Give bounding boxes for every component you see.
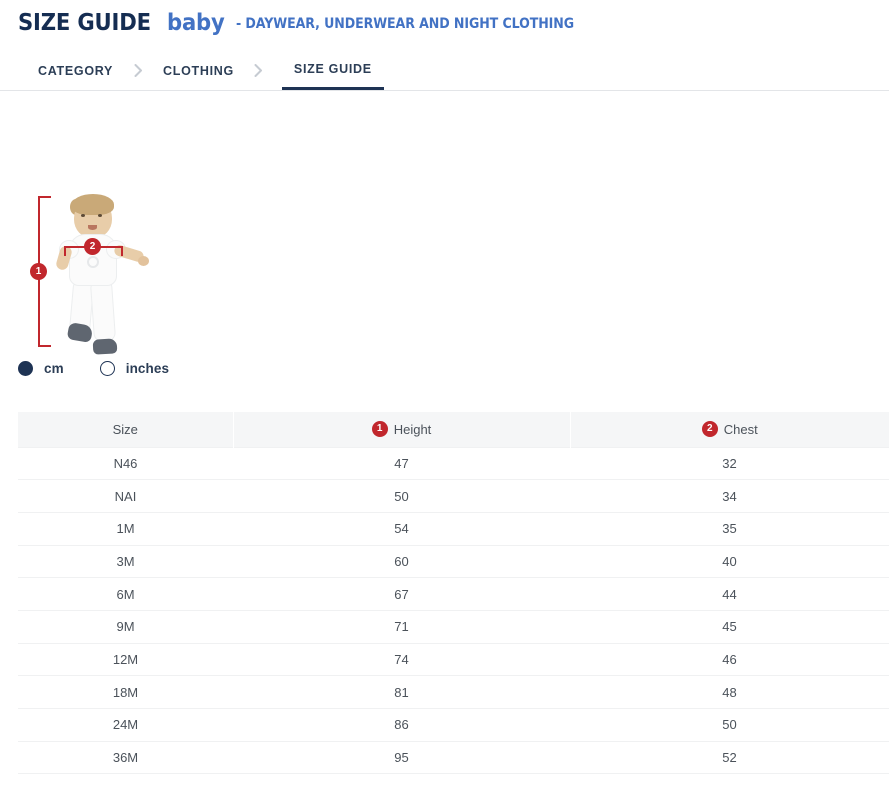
radio-cm[interactable] — [18, 361, 33, 376]
cell-size: NAI — [18, 480, 233, 513]
column-header-height: 1 Height — [233, 412, 570, 447]
chevron-right-icon — [236, 51, 282, 90]
column-header-chest: 2 Chest — [570, 412, 889, 447]
cell-height: 50 — [233, 480, 570, 513]
table-row: 36M 95 52 — [18, 741, 889, 774]
table-header-row: Size 1 Height 2 Chest — [18, 412, 889, 447]
breadcrumb: CATEGORY CLOTHING SIZE GUIDE — [0, 51, 889, 91]
table-row: 12M 74 46 — [18, 643, 889, 676]
table-body: N46 47 32 NAI 50 34 1M 54 35 3M 60 40 6M… — [18, 447, 889, 774]
chest-measure-tick-right — [121, 246, 123, 256]
height-measure-tick-top — [38, 196, 51, 198]
chest-measure-tick-left — [64, 246, 66, 256]
marker-badge-chest-icon: 2 — [702, 421, 718, 437]
cell-height: 47 — [233, 447, 570, 480]
column-header-label: Height — [394, 422, 432, 437]
table-row: NAI 50 34 — [18, 480, 889, 513]
cell-height: 74 — [233, 643, 570, 676]
table-row: 1M 54 35 — [18, 512, 889, 545]
breadcrumb-item-label: CLOTHING — [163, 64, 234, 78]
cell-height: 67 — [233, 578, 570, 611]
cell-size: N46 — [18, 447, 233, 480]
chevron-right-icon — [115, 51, 161, 90]
radio-inches[interactable] — [100, 361, 115, 376]
height-measure-tick-bottom — [38, 345, 51, 347]
cell-size: 36M — [18, 741, 233, 774]
page-title-subtitle: - DAYWEAR, UNDERWEAR AND NIGHT CLOTHING — [236, 17, 574, 31]
cell-chest: 50 — [570, 709, 889, 742]
breadcrumb-item-clothing[interactable]: CLOTHING — [161, 51, 236, 90]
table-row: 3M 60 40 — [18, 545, 889, 578]
unit-option-label: cm — [44, 361, 64, 376]
cell-chest: 32 — [570, 447, 889, 480]
table-row: 18M 81 48 — [18, 676, 889, 709]
unit-selector: cm inches — [18, 357, 169, 379]
page-title-accent: baby — [167, 12, 225, 35]
marker-badge-height: 1 — [30, 263, 47, 280]
column-header-size: Size — [18, 412, 233, 447]
cell-height: 81 — [233, 676, 570, 709]
page-title-main: SIZE GUIDE — [18, 12, 151, 35]
cell-size: 24M — [18, 709, 233, 742]
cell-height: 71 — [233, 610, 570, 643]
cell-chest: 35 — [570, 512, 889, 545]
breadcrumb-item-size-guide[interactable]: SIZE GUIDE — [282, 51, 384, 90]
size-guide-table: Size 1 Height 2 Chest N46 47 32 — [18, 412, 889, 774]
cell-size: 1M — [18, 512, 233, 545]
cell-size: 9M — [18, 610, 233, 643]
cell-size: 3M — [18, 545, 233, 578]
cell-height: 86 — [233, 709, 570, 742]
table-header: Size 1 Height 2 Chest — [18, 412, 889, 447]
cell-size: 18M — [18, 676, 233, 709]
table-row: 24M 86 50 — [18, 709, 889, 742]
cell-chest: 40 — [570, 545, 889, 578]
cell-chest: 44 — [570, 578, 889, 611]
cell-size: 12M — [18, 643, 233, 676]
measurement-figure-area: 1 2 — [0, 99, 889, 355]
table-row: N46 47 32 — [18, 447, 889, 480]
breadcrumb-item-category[interactable]: CATEGORY — [36, 51, 115, 90]
table-row: 9M 71 45 — [18, 610, 889, 643]
cell-height: 95 — [233, 741, 570, 774]
page-title: SIZE GUIDE baby - DAYWEAR, UNDERWEAR AND N… — [0, 0, 889, 35]
cell-chest: 52 — [570, 741, 889, 774]
breadcrumb-item-label: SIZE GUIDE — [294, 62, 372, 76]
unit-option-inches[interactable]: inches — [100, 361, 169, 376]
cell-height: 60 — [233, 545, 570, 578]
column-header-label: Chest — [724, 422, 758, 437]
table-row: 6M 67 44 — [18, 578, 889, 611]
cell-size: 6M — [18, 578, 233, 611]
cell-chest: 48 — [570, 676, 889, 709]
baby-measurement-illustration: 1 2 — [18, 194, 148, 359]
cell-chest: 46 — [570, 643, 889, 676]
column-header-label: Size — [113, 422, 138, 437]
marker-badge-height-icon: 1 — [372, 421, 388, 437]
unit-option-label: inches — [126, 361, 169, 376]
breadcrumb-item-label: CATEGORY — [38, 64, 113, 78]
baby-photo — [46, 194, 146, 357]
cell-chest: 45 — [570, 610, 889, 643]
cell-chest: 34 — [570, 480, 889, 513]
marker-badge-chest: 2 — [84, 238, 101, 255]
unit-option-cm[interactable]: cm — [18, 361, 64, 376]
cell-height: 54 — [233, 512, 570, 545]
